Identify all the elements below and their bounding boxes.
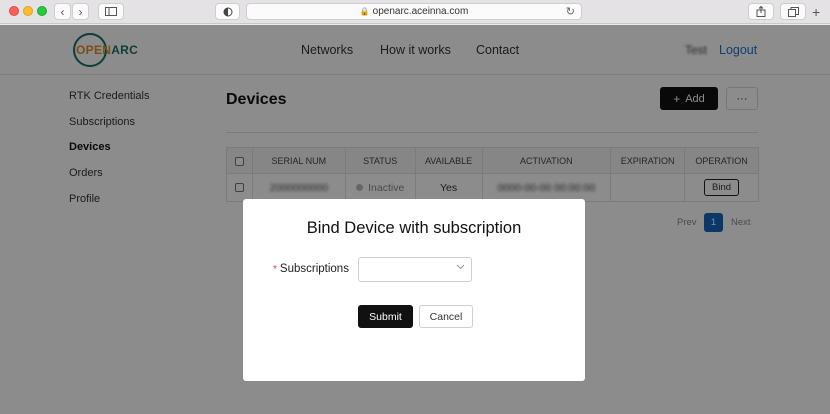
required-mark: * [273,264,277,275]
bind-device-modal: Bind Device with subscription * Subscript… [243,199,585,381]
back-button[interactable]: ‹ [54,3,71,20]
subscriptions-select[interactable] [358,257,472,282]
lock-icon: 🔒 [359,7,370,16]
tabs-overview-button[interactable] [780,3,806,20]
browser-toolbar: ‹ › 🔒 openarc.aceinna.com ↻ + [0,0,830,24]
forward-button[interactable]: › [72,3,89,20]
minimize-window-button[interactable] [23,6,33,16]
subscriptions-label-text: Subscriptions [279,263,349,275]
chevron-down-icon [456,262,465,273]
reload-icon[interactable]: ↻ [566,5,575,18]
close-window-button[interactable] [9,6,19,16]
zoom-window-button[interactable] [37,6,47,16]
share-button[interactable] [748,3,774,20]
sidebar-icon [105,7,117,16]
privacy-report-button[interactable] [215,3,240,20]
cancel-button[interactable]: Cancel [419,305,473,328]
subscriptions-label: * Subscriptions [273,263,349,275]
chevron-right-icon: › [78,4,83,19]
tabs-icon [787,6,799,17]
shield-icon [223,7,232,16]
new-tab-icon[interactable]: + [812,4,820,20]
sidebar-toggle-button[interactable] [98,3,124,20]
submit-button[interactable]: Submit [358,305,413,328]
chevron-left-icon: ‹ [60,4,65,19]
share-icon [756,6,766,17]
modal-title: Bind Device with subscription [306,219,522,237]
address-bar[interactable]: 🔒 openarc.aceinna.com ↻ [246,3,582,20]
url-text: openarc.aceinna.com [372,6,469,17]
